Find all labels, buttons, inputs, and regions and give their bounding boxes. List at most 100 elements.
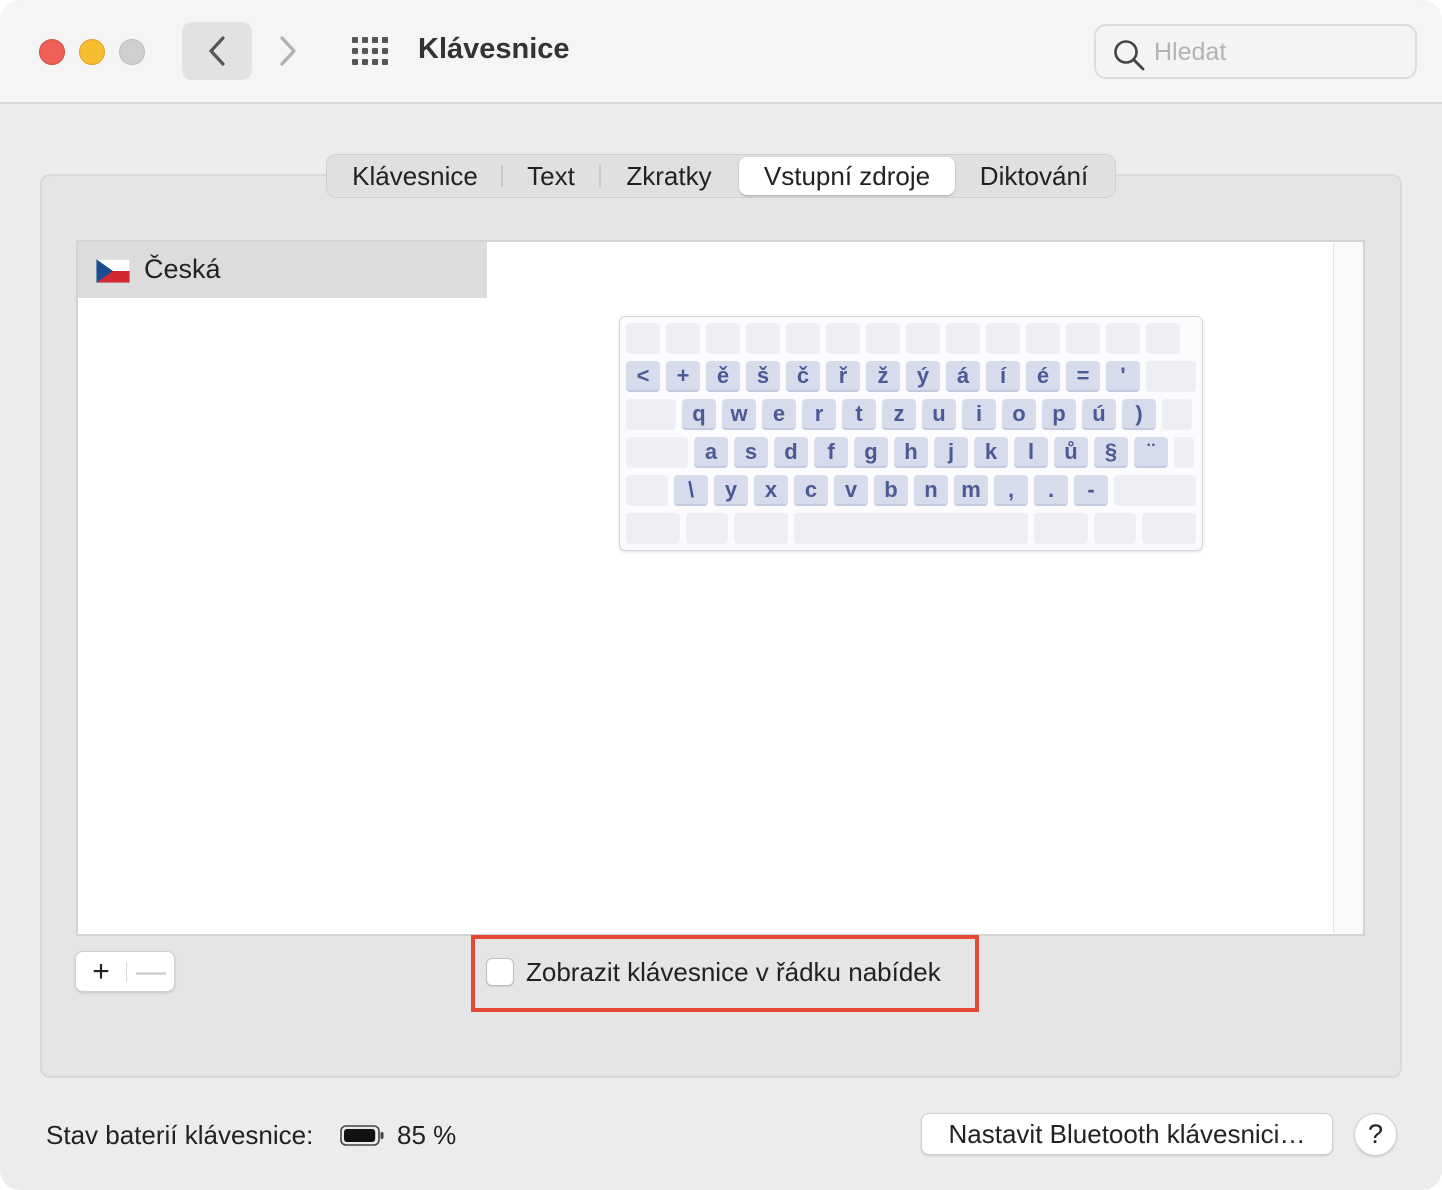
key: p xyxy=(1042,399,1076,430)
key: m xyxy=(954,475,988,506)
key-blank xyxy=(1146,361,1196,392)
key: u xyxy=(922,399,956,430)
key-blank xyxy=(906,323,940,354)
key-blank xyxy=(826,323,860,354)
key-blank xyxy=(1146,323,1180,354)
key: b xyxy=(874,475,908,506)
tab-text[interactable]: Text xyxy=(503,157,599,195)
key: í xyxy=(986,361,1020,392)
search-field[interactable] xyxy=(1094,24,1417,79)
key-blank xyxy=(746,323,780,354)
key: k xyxy=(974,437,1008,468)
input-source-label: Česká xyxy=(144,254,221,284)
forward-button[interactable] xyxy=(260,22,316,80)
tab-keyboard[interactable]: Klávesnice xyxy=(329,157,501,195)
key: n xyxy=(914,475,948,506)
zoom-window-button[interactable] xyxy=(119,39,145,65)
key-blank xyxy=(1114,475,1196,506)
key-blank xyxy=(686,513,728,544)
key: e xyxy=(762,399,796,430)
key-blank xyxy=(786,323,820,354)
key: ů xyxy=(1054,437,1088,468)
key: = xyxy=(1066,361,1100,392)
key-blank xyxy=(986,323,1020,354)
key: ř xyxy=(826,361,860,392)
key-blank xyxy=(1034,513,1088,544)
key: § xyxy=(1094,437,1128,468)
key: t xyxy=(842,399,876,430)
tab-input-sources[interactable]: Vstupní zdroje xyxy=(739,157,955,195)
key: r xyxy=(802,399,836,430)
key-blank xyxy=(1026,323,1060,354)
back-button[interactable] xyxy=(182,22,252,80)
help-button[interactable]: ? xyxy=(1354,1113,1397,1156)
key: o xyxy=(1002,399,1036,430)
key: w xyxy=(722,399,756,430)
system-preferences-window: Klávesnice Klávesnice Text Zkratky Vstup… xyxy=(0,0,1442,1190)
key: i xyxy=(962,399,996,430)
key: ú xyxy=(1082,399,1116,430)
key: ž xyxy=(866,361,900,392)
key: a xyxy=(694,437,728,468)
key-blank xyxy=(626,513,680,544)
key: h xyxy=(894,437,928,468)
czech-flag-icon xyxy=(96,259,130,283)
chevron-right-icon xyxy=(280,36,296,66)
close-window-button[interactable] xyxy=(39,39,65,65)
setup-bluetooth-keyboard-button[interactable]: Nastavit Bluetooth klávesnici… xyxy=(921,1113,1333,1155)
key: á xyxy=(946,361,980,392)
add-remove-control: + — xyxy=(75,951,175,992)
key: \ xyxy=(674,475,708,506)
key: v xyxy=(834,475,868,506)
key-blank xyxy=(666,323,700,354)
battery-icon xyxy=(340,1125,384,1146)
key: y xyxy=(714,475,748,506)
key-blank xyxy=(1174,437,1194,468)
chevron-left-icon xyxy=(209,36,225,66)
key: c xyxy=(794,475,828,506)
list-item[interactable]: Česká xyxy=(78,242,488,298)
key: č xyxy=(786,361,820,392)
key-blank xyxy=(1162,399,1192,430)
window-title: Klávesnice xyxy=(418,33,570,65)
key: l xyxy=(1014,437,1048,468)
remove-input-source-button[interactable]: — xyxy=(127,952,175,991)
key: . xyxy=(1034,475,1068,506)
key: , xyxy=(994,475,1028,506)
search-icon xyxy=(1114,40,1145,71)
key: ¨ xyxy=(1134,437,1168,468)
key: ) xyxy=(1122,399,1156,430)
key: s xyxy=(734,437,768,468)
key-blank xyxy=(1106,323,1140,354)
key-blank xyxy=(626,437,688,468)
key: g xyxy=(854,437,888,468)
show-all-grid-icon[interactable] xyxy=(352,37,390,67)
key-blank xyxy=(626,399,676,430)
key-blank xyxy=(794,513,1028,544)
key: x xyxy=(754,475,788,506)
input-sources-list[interactable]: Česká xyxy=(76,240,488,936)
tab-bar: Klávesnice Text Zkratky Vstupní zdroje D… xyxy=(326,154,1116,198)
key: š xyxy=(746,361,780,392)
key-blank xyxy=(626,475,668,506)
tab-dictation[interactable]: Diktování xyxy=(955,157,1113,195)
key: ' xyxy=(1106,361,1140,392)
key: - xyxy=(1074,475,1108,506)
key: + xyxy=(666,361,700,392)
key-blank xyxy=(1094,513,1136,544)
key-blank xyxy=(706,323,740,354)
scrollbar-track[interactable] xyxy=(1333,242,1363,934)
key-blank xyxy=(734,513,788,544)
add-input-source-button[interactable]: + xyxy=(76,952,126,991)
search-input[interactable] xyxy=(1154,34,1404,70)
show-in-menu-bar-label[interactable]: Zobrazit klávesnice v řádku nabídek xyxy=(526,957,941,988)
key: ý xyxy=(906,361,940,392)
key-blank xyxy=(866,323,900,354)
show-in-menu-bar-checkbox[interactable] xyxy=(486,958,514,986)
tab-shortcuts[interactable]: Zkratky xyxy=(601,157,737,195)
key-blank xyxy=(626,323,660,354)
minimize-window-button[interactable] xyxy=(79,39,105,65)
keyboard-layout-preview: < + ě š č ř ž ý á í é = ' q w e r t z u i o p ú) a s d f g h j k l ů § ¨ \ y x… xyxy=(619,316,1203,551)
key: z xyxy=(882,399,916,430)
key-blank xyxy=(1142,513,1196,544)
